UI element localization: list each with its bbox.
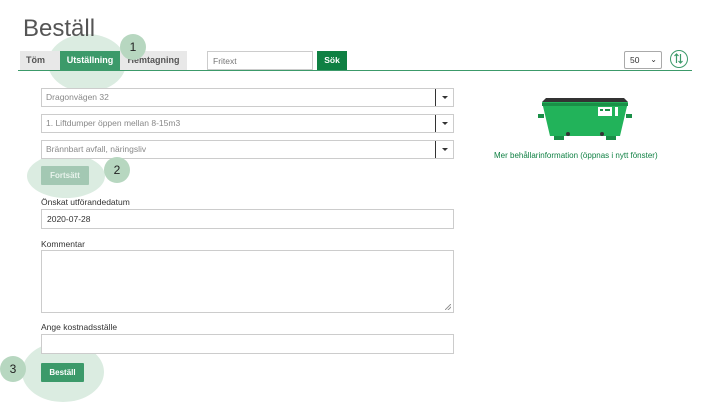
address-value: Dragonvägen 32 xyxy=(46,92,109,102)
cost-center-label: Ange kostnadsställe xyxy=(41,322,118,332)
comment-field[interactable] xyxy=(41,250,454,313)
tab-tom[interactable]: Töm xyxy=(20,51,60,70)
step-marker-1: 1 xyxy=(120,34,146,60)
resize-handle-icon[interactable] xyxy=(445,304,451,310)
container-type-select[interactable]: 1. Liftdumper öppen mellan 8-15m3 xyxy=(41,114,454,133)
caret-down-icon xyxy=(442,122,448,125)
step-marker-3: 3 xyxy=(0,356,26,382)
container-type-value: 1. Liftdumper öppen mellan 8-15m3 xyxy=(46,118,181,128)
skip-container-icon xyxy=(538,98,632,140)
comment-label: Kommentar xyxy=(41,239,85,249)
per-page-value: 50 xyxy=(630,55,640,65)
container-info-link[interactable]: Mer behållarinformation (öppnas i nytt f… xyxy=(494,151,658,160)
search-button[interactable]: Sök xyxy=(317,51,347,70)
waste-type-value: Brännbart avfall, näringsliv xyxy=(46,144,147,154)
waste-type-select[interactable]: Brännbart avfall, näringsliv xyxy=(41,140,454,159)
chevron-down-icon: ⌄ xyxy=(650,55,657,64)
sort-toggle-icon[interactable] xyxy=(670,50,688,68)
page-title: Beställ xyxy=(23,15,96,42)
step-marker-2: 2 xyxy=(104,157,130,183)
select-separator xyxy=(435,115,436,132)
submit-order-button[interactable]: Beställ xyxy=(41,363,84,382)
search-input[interactable] xyxy=(207,51,313,70)
select-separator xyxy=(435,141,436,158)
cost-center-field[interactable] xyxy=(41,334,454,354)
per-page-select[interactable]: 50 ⌄ xyxy=(624,51,662,69)
caret-down-icon xyxy=(442,148,448,151)
date-field[interactable]: 2020-07-28 xyxy=(41,209,454,229)
caret-down-icon xyxy=(442,96,448,99)
select-separator xyxy=(435,89,436,106)
continue-button[interactable]: Fortsätt xyxy=(41,166,89,185)
tabbar-divider xyxy=(18,70,692,71)
address-select[interactable]: Dragonvägen 32 xyxy=(41,88,454,107)
tab-utstallning[interactable]: Utställning xyxy=(60,51,120,70)
date-label: Önskat utförandedatum xyxy=(41,197,130,207)
